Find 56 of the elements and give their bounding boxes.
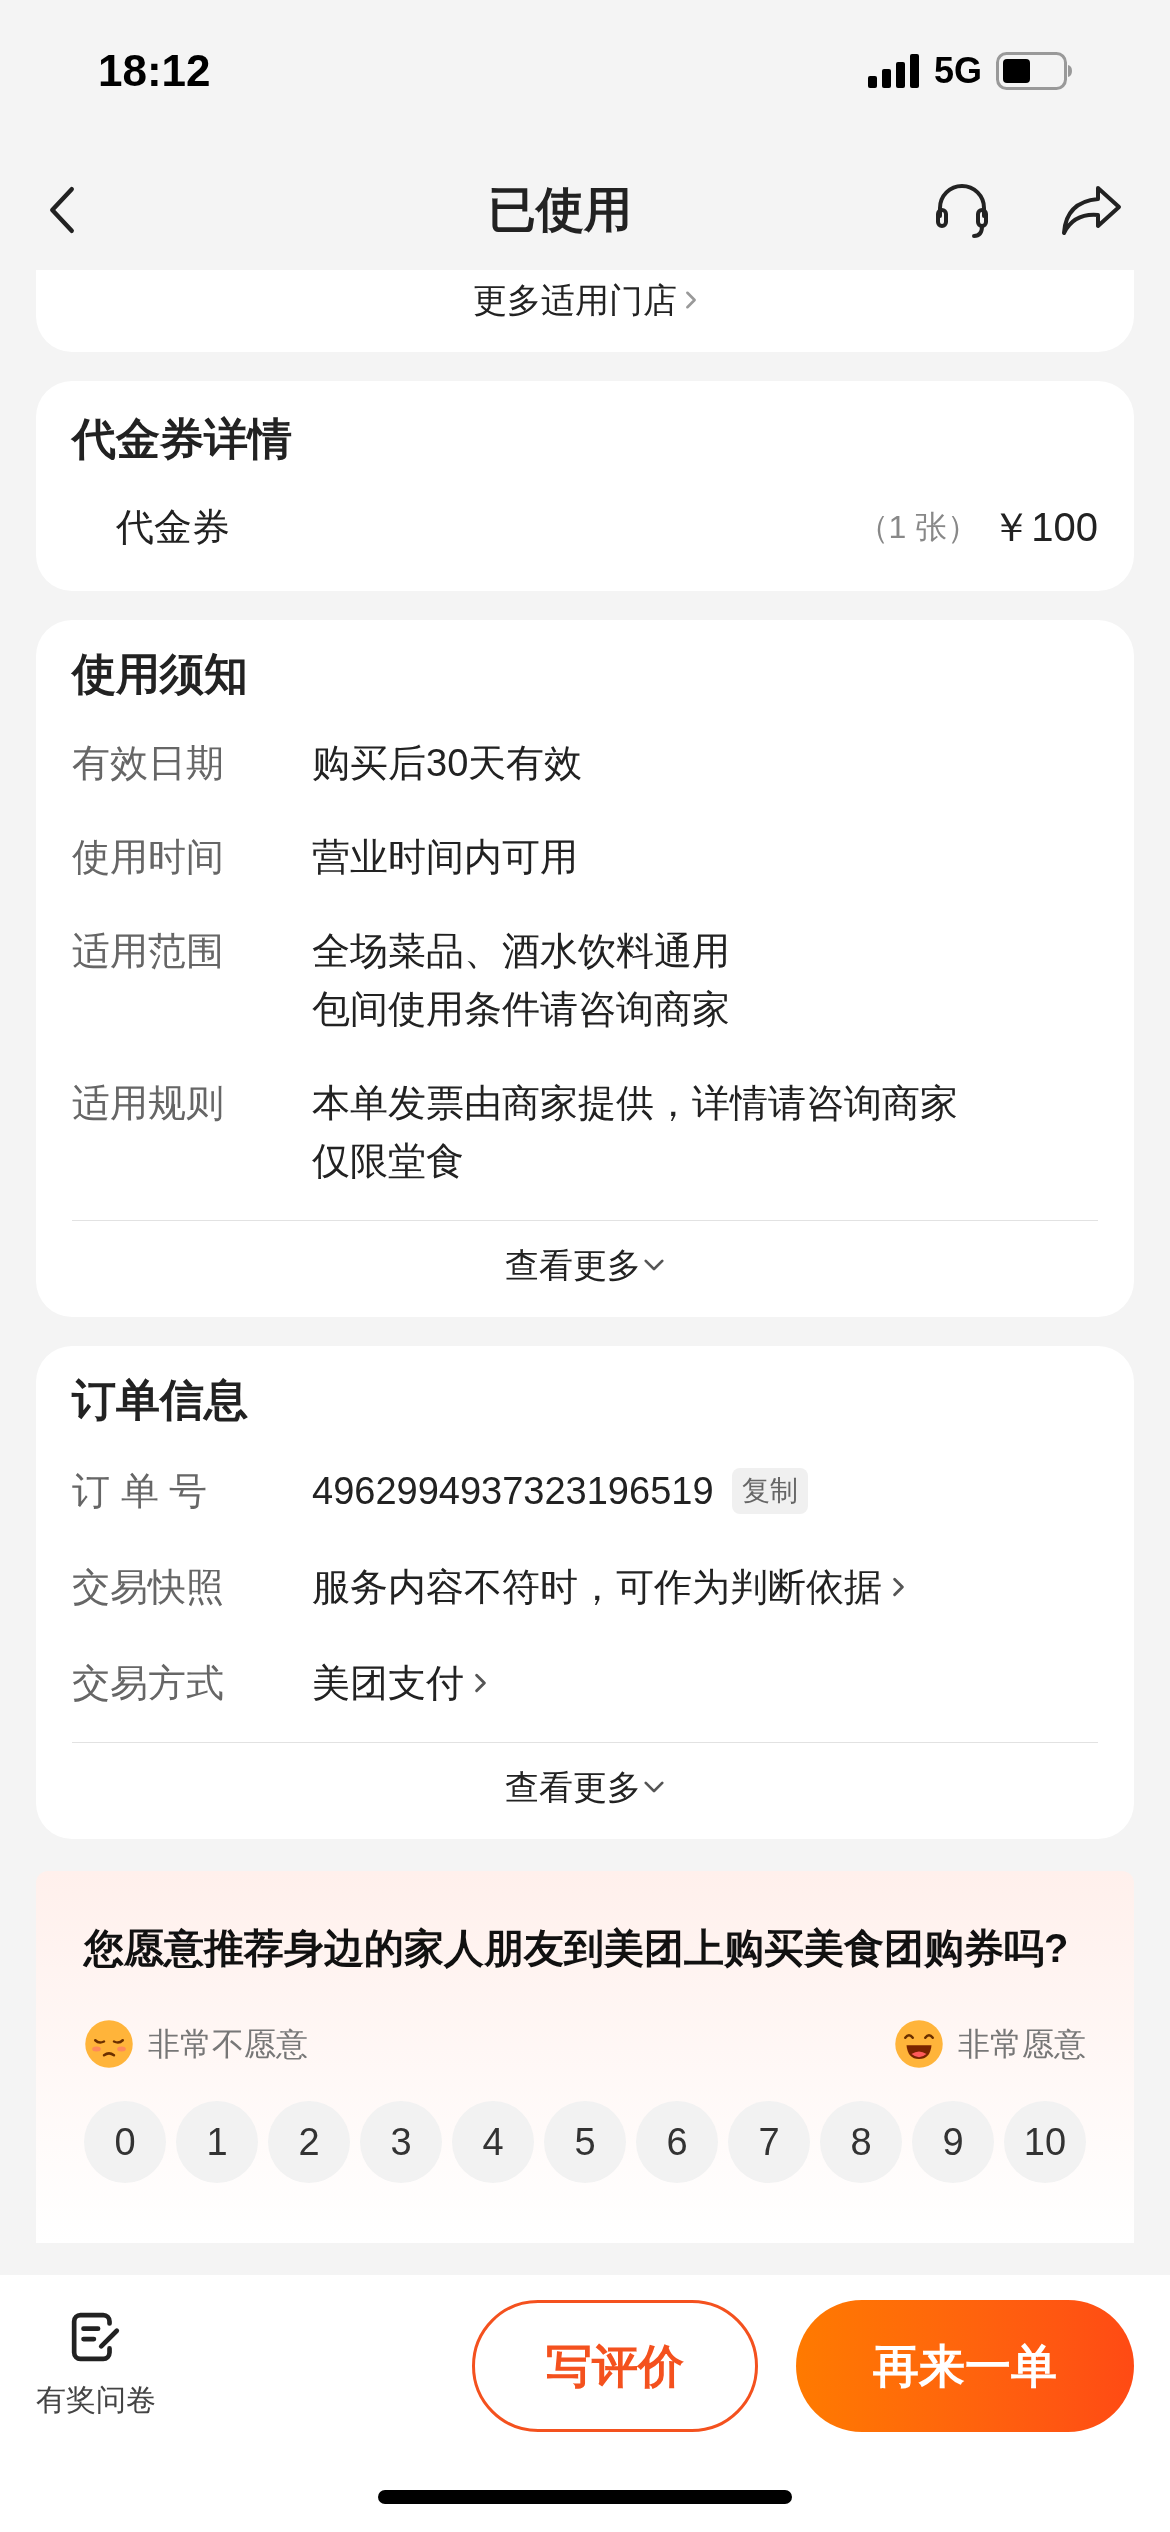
score-button[interactable]: 2 — [268, 2101, 350, 2183]
battery-icon — [996, 52, 1072, 90]
chevron-right-icon — [474, 1672, 487, 1694]
row-link[interactable]: 美团支付 — [312, 1654, 487, 1712]
row-value: 本单发票由商家提供，详情请咨询商家 — [312, 1081, 958, 1126]
row-label: 交易快照 — [72, 1565, 225, 1610]
see-more-button[interactable]: 查看更多 — [505, 1243, 665, 1287]
row-link[interactable]: 服务内容不符时，可作为判断依据 — [312, 1558, 905, 1616]
score-button[interactable]: 6 — [636, 2101, 718, 2183]
sad-face-icon — [84, 2019, 134, 2069]
row-value: 购买后30天有效 — [312, 741, 583, 786]
row-value: 营业时间内可用 — [312, 835, 578, 880]
laughing-face-icon — [894, 2019, 944, 2069]
score-button[interactable]: 8 — [820, 2101, 902, 2183]
row-label: 交易方式 — [72, 1661, 225, 1706]
high-score-label: 非常愿意 — [958, 2025, 1086, 2064]
chevron-down-icon — [643, 1258, 665, 1272]
score-button[interactable]: 3 — [360, 2101, 442, 2183]
row-value: 仅限堂食 — [312, 1139, 465, 1184]
copy-button[interactable]: 复制 — [731, 1468, 808, 1514]
survey-question: 您愿意推荐身边的家人朋友到美团上购买美食团购券吗? — [84, 1925, 1070, 1972]
section-title: 使用须知 — [70, 648, 249, 700]
survey-link[interactable]: 有奖问卷 — [36, 2310, 156, 2422]
status-time: 18:12 — [98, 45, 211, 97]
row-label: 有效日期 — [72, 741, 225, 786]
score-button[interactable]: 9 — [912, 2101, 994, 2183]
order-number: 4962994937323196519 — [312, 1469, 714, 1514]
score-button[interactable]: 0 — [84, 2101, 166, 2183]
chevron-down-icon — [643, 1780, 665, 1794]
low-score-label: 非常不愿意 — [148, 2025, 308, 2064]
chevron-right-icon — [685, 290, 697, 310]
chevron-right-icon — [892, 1576, 905, 1598]
row-label: 使用时间 — [72, 835, 225, 880]
row-label: 适用规则 — [72, 1081, 225, 1126]
score-button[interactable]: 4 — [452, 2101, 534, 2183]
voucher-price: ￥100 — [991, 504, 1098, 551]
share-icon[interactable] — [1060, 184, 1122, 236]
voucher-name: 代金券 — [115, 505, 230, 550]
score-button[interactable]: 5 — [544, 2101, 626, 2183]
row-value: 包间使用条件请咨询商家 — [312, 987, 730, 1032]
row-value: 全场菜品、酒水饮料通用 — [312, 929, 730, 974]
score-button[interactable]: 10 — [1004, 2101, 1086, 2183]
page-title: 已使用 — [488, 182, 632, 238]
score-button[interactable]: 7 — [728, 2101, 810, 2183]
back-icon[interactable] — [48, 185, 76, 235]
voucher-quantity: （1 张） — [856, 508, 980, 547]
network-label: 5G — [933, 49, 982, 93]
see-more-button[interactable]: 查看更多 — [505, 1765, 665, 1809]
more-stores-link[interactable]: 更多适用门店 — [473, 278, 697, 322]
edit-note-icon — [70, 2310, 122, 2363]
row-label: 订 单 号 — [72, 1469, 209, 1514]
section-title: 订单信息 — [70, 1374, 249, 1426]
signal-icon — [867, 54, 920, 88]
row-label: 适用范围 — [72, 929, 225, 974]
section-title: 代金券详情 — [70, 413, 293, 465]
score-button[interactable]: 1 — [176, 2101, 258, 2183]
